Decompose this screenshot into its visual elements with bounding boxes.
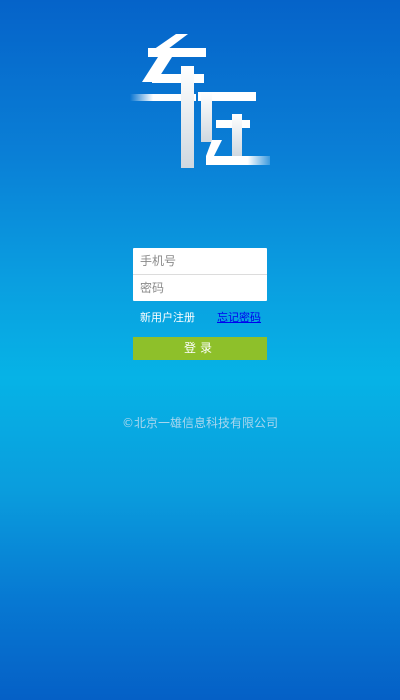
copyright-text: ©北京一雄信息科技有限公司 (121, 416, 278, 430)
app-logo (130, 34, 270, 168)
login-screen: 新用户注册 忘记密码 登录 ©北京一雄信息科技有限公司 (0, 0, 400, 700)
register-link[interactable]: 新用户注册 (140, 311, 195, 325)
login-form (133, 248, 267, 301)
password-input[interactable] (133, 275, 267, 301)
phone-input[interactable] (133, 248, 267, 274)
login-button[interactable]: 登录 (133, 337, 267, 360)
forgot-password-link[interactable]: 忘记密码 (217, 311, 261, 325)
